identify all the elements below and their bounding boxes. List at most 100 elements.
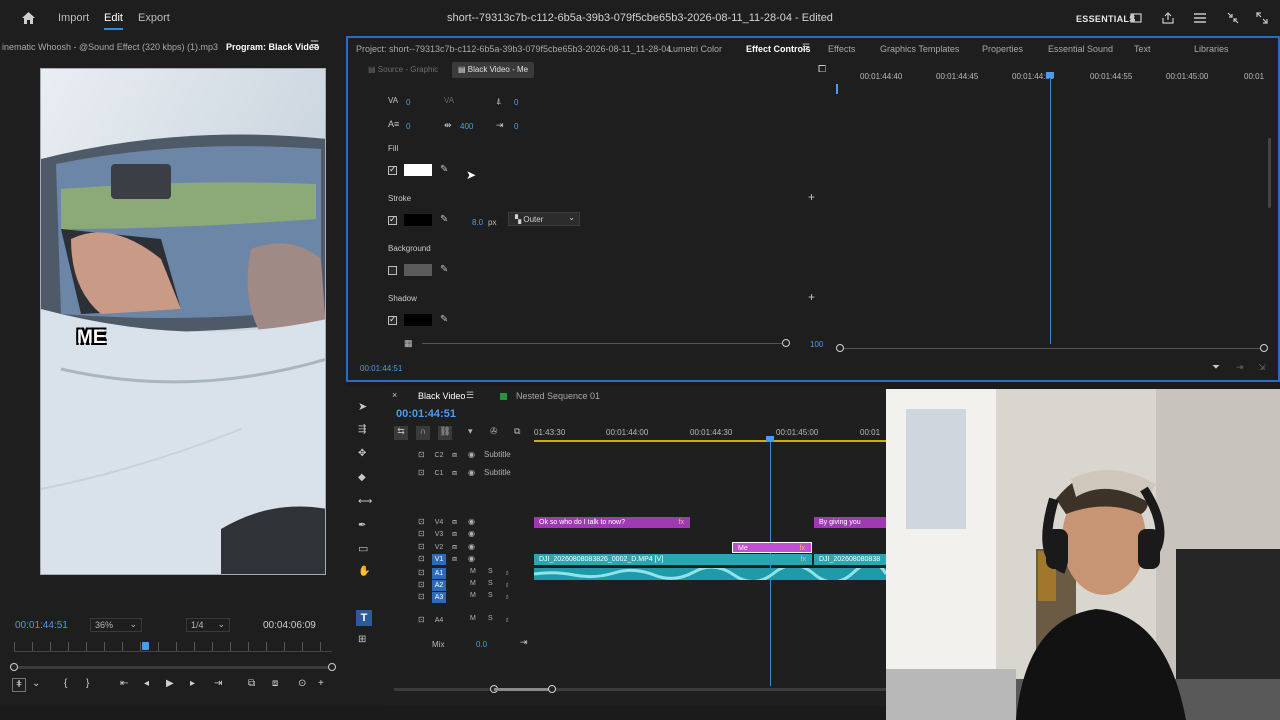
slip-tool-icon[interactable]: ⟷ <box>358 496 372 507</box>
stroke-checkbox[interactable] <box>388 214 397 225</box>
mute-icon[interactable]: M <box>470 580 476 587</box>
overwrite-icon[interactable]: ⧈ <box>272 678 278 689</box>
home-icon[interactable] <box>22 12 35 24</box>
track-id[interactable]: A2 <box>432 580 446 591</box>
timeline-timecode[interactable]: 00:01:44:51 <box>396 408 456 420</box>
shadow-color-swatch[interactable] <box>404 314 432 326</box>
settings-icon[interactable]: ⋕ <box>12 678 26 692</box>
add-shadow-icon[interactable]: + <box>808 290 815 304</box>
tracking-value[interactable]: 0 <box>406 98 410 107</box>
program-tab[interactable]: Program: Black Video <box>226 42 319 52</box>
lock-icon[interactable]: ⊡ <box>418 450 425 459</box>
workspace-label[interactable]: ESSENTIALS <box>1076 14 1136 24</box>
solo-icon[interactable]: S <box>488 592 493 599</box>
clip-v4-a[interactable]: Ok so who do I talk to now? fx <box>534 517 690 528</box>
collapse-icon[interactable] <box>1227 12 1239 24</box>
track-header-v3[interactable]: ⊡ V3 ⧈ ◉ <box>384 529 534 541</box>
track-id[interactable]: C1 <box>432 468 446 479</box>
effect-timecode[interactable]: 00:01:44:51 <box>360 364 402 373</box>
track-select-tool-icon[interactable]: ⇶ <box>358 424 366 435</box>
sync-lock-icon[interactable]: ⧈ <box>452 517 457 527</box>
track-header-a4[interactable]: ⊡ A4 M S ♁ <box>384 615 534 627</box>
tab-text[interactable]: Text <box>1134 44 1151 54</box>
chevron-down-icon[interactable]: ⌄ <box>32 678 40 689</box>
panel-menu-icon[interactable]: ☰ <box>310 40 319 51</box>
tab-lumetri-color[interactable]: Lumetri Color <box>668 44 722 54</box>
sync-lock-icon[interactable]: ⧈ <box>452 554 457 564</box>
microphone-icon[interactable]: ♁ <box>504 592 510 601</box>
filter-icon[interactable]: ⏷ <box>1212 362 1220 373</box>
selection-tool-icon[interactable]: ➤ <box>358 400 367 413</box>
mute-icon[interactable]: M <box>470 592 476 599</box>
eye-icon[interactable]: ◉ <box>468 554 475 563</box>
lock-icon[interactable]: ⊡ <box>418 615 425 624</box>
mix-value[interactable]: 0.0 <box>476 640 487 649</box>
lock-icon[interactable]: ⊡ <box>418 554 425 563</box>
mini-zoom-scrollbar[interactable] <box>836 344 1268 352</box>
track-header-c1[interactable]: ⊡ C1 ⧈ ◉ Subtitle <box>384 468 534 480</box>
zoom-select[interactable]: 36% ⌄ <box>90 618 142 632</box>
work-area-bar[interactable] <box>534 440 886 442</box>
program-timecode[interactable]: 00:01:44:51 <box>15 620 68 631</box>
sync-lock-icon[interactable]: ⧈ <box>452 468 457 478</box>
caption-tool-icon[interactable]: ⊞ <box>358 634 366 645</box>
clip-v2-me[interactable]: Me fx <box>732 542 812 553</box>
track-id[interactable]: A1 <box>432 568 446 579</box>
tab-properties[interactable]: Properties <box>982 44 1023 54</box>
mute-icon[interactable]: M <box>470 568 476 575</box>
mute-icon[interactable]: M <box>470 615 476 622</box>
track-id[interactable]: V2 <box>432 542 446 553</box>
stroke-color-swatch[interactable] <box>404 214 432 226</box>
track-header-v2[interactable]: ⊡ V2 ⧈ ◉ <box>384 542 534 554</box>
mini-playhead[interactable] <box>1050 74 1051 344</box>
scroll-handle-right[interactable] <box>548 685 556 693</box>
go-to-out-icon[interactable]: ⇥ <box>214 678 222 689</box>
tab-effects[interactable]: Effects <box>828 44 855 54</box>
eye-icon[interactable]: ◉ <box>468 450 475 459</box>
wrench-icon[interactable]: ✇ <box>490 426 498 437</box>
close-icon[interactable]: × <box>392 390 397 400</box>
indent-value[interactable]: 0 <box>514 122 518 131</box>
background-color-swatch[interactable] <box>404 264 432 276</box>
panel-menu-icon[interactable]: ☰ <box>802 42 810 53</box>
resolution-select[interactable]: 1/4 ⌄ <box>186 618 230 632</box>
tab-essential-sound[interactable]: Essential Sound <box>1048 44 1113 54</box>
caption-text[interactable]: ME <box>77 327 106 349</box>
source-tab[interactable]: inematic Whoosh - @Sound Effect (320 kbp… <box>2 42 218 52</box>
timeline-playhead-marker[interactable] <box>766 436 774 442</box>
panel-menu-icon[interactable]: ☰ <box>466 390 474 401</box>
clip-v1-a[interactable]: DJI_20260808083826_0002_D.MP4 [V] fx <box>534 554 812 565</box>
lock-icon[interactable]: ⊡ <box>418 592 425 601</box>
rectangle-tool-icon[interactable]: ▭ <box>358 542 368 555</box>
vertical-scrollbar[interactable] <box>1268 138 1271 208</box>
ripple-edit-tool-icon[interactable]: ✥ <box>358 448 366 459</box>
slider-handle[interactable] <box>782 339 790 347</box>
track-header-v1[interactable]: ⊡ V1 ⧈ ◉ <box>384 554 534 566</box>
add-button-icon[interactable]: + <box>318 678 324 689</box>
go-to-end-icon[interactable]: ⇥ <box>520 637 528 648</box>
mask-icon[interactable]: ▦ <box>404 338 413 349</box>
track-id[interactable]: C2 <box>432 450 446 461</box>
scroll-handle-left[interactable] <box>836 344 844 352</box>
project-tab[interactable]: Project: short--79313c7b-c112-6b5a-39b3-… <box>356 44 671 54</box>
clip-v1-b[interactable]: DJI_202608080838 <box>814 554 886 565</box>
scroll-thumb[interactable] <box>494 688 552 691</box>
background-checkbox[interactable] <box>388 266 397 275</box>
menu-icon[interactable] <box>1194 13 1206 23</box>
expand-icon[interactable] <box>1256 12 1268 24</box>
linked-selection-icon[interactable]: ⛓ <box>438 426 452 440</box>
lock-icon[interactable]: ⊡ <box>418 468 425 477</box>
export-frame-icon[interactable]: ⊙ <box>298 678 306 689</box>
tsume-value[interactable]: 400 <box>460 122 473 131</box>
track-header-v4[interactable]: ⊡ V4 ⧈ ◉ <box>384 517 534 529</box>
scroll-handle-left[interactable] <box>10 663 18 671</box>
go-to-in-icon[interactable]: ⇤ <box>120 678 128 689</box>
tab-effect-controls[interactable]: Effect Controls <box>746 44 811 54</box>
pen-tool-icon[interactable]: ✒ <box>358 520 366 531</box>
stroke-eyedropper-icon[interactable]: ✎ <box>440 214 448 225</box>
fill-color-swatch[interactable] <box>404 164 432 176</box>
edit-tab[interactable]: Edit <box>104 12 123 30</box>
lock-icon[interactable]: ⊡ <box>418 529 425 538</box>
effect-mini-timeline[interactable]: 00:01:44:40 00:01:44:45 00:01:44:50 00:0… <box>836 68 1268 348</box>
scroll-handle-right[interactable] <box>1260 344 1268 352</box>
